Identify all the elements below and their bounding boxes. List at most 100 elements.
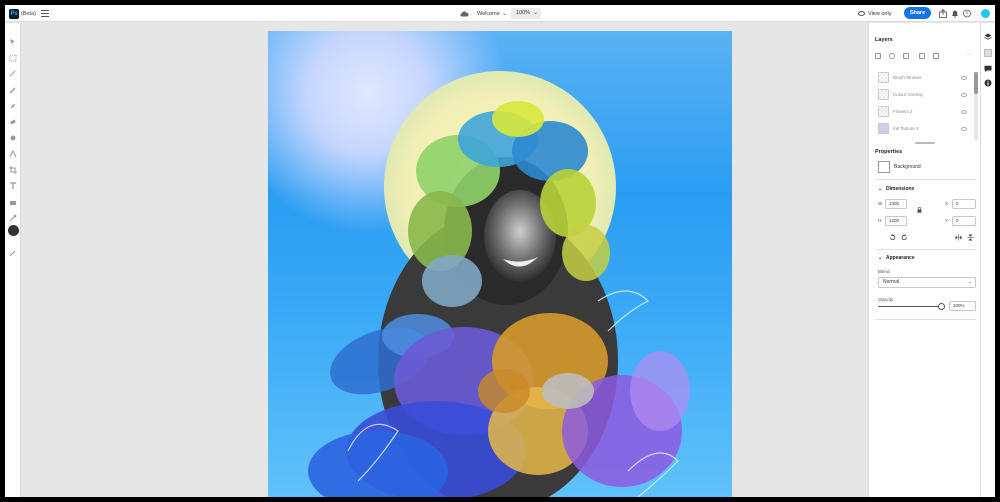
layers-icon[interactable]	[984, 33, 992, 41]
chevron-down-icon: ⌄	[878, 186, 883, 192]
export-icon[interactable]	[939, 9, 947, 18]
selected-layer-name: Background	[894, 164, 921, 170]
adjustments-icon[interactable]	[984, 49, 992, 57]
view-only-mode[interactable]: View only	[868, 9, 891, 19]
adjustment-layer-icon[interactable]	[889, 53, 895, 59]
divider	[875, 179, 976, 180]
opacity-label: Opacity	[878, 297, 894, 302]
chevron-down-icon: ⌄	[532, 10, 538, 16]
height-field[interactable]: 1200	[885, 216, 907, 226]
comments-icon[interactable]	[984, 65, 992, 73]
layers-panel-title: Layers	[875, 37, 893, 43]
opacity-slider-handle[interactable]	[938, 303, 945, 310]
swap-colors-icon[interactable]	[9, 245, 17, 257]
layer-name: Colour Overlay	[893, 92, 924, 97]
panel-resize-handle[interactable]	[915, 142, 935, 144]
brush-tool-icon[interactable]	[9, 81, 17, 94]
appearance-section-header[interactable]: ⌄ Appearance	[878, 255, 915, 261]
layers-scrollbar[interactable]	[974, 72, 978, 140]
layers-list: Brush Strokes Colour Overlay Flowers 2 I…	[877, 70, 973, 138]
user-avatar[interactable]	[981, 9, 990, 18]
heal-tool-icon[interactable]	[9, 97, 17, 109]
add-layer-icon[interactable]	[875, 53, 881, 59]
layer-row[interactable]: Colour Overlay	[877, 87, 973, 104]
width-field[interactable]: 1300	[885, 199, 907, 209]
left-toolbar	[5, 23, 21, 497]
cloud-icon[interactable]	[459, 9, 469, 18]
right-panel: Layers ··· Brush Strokes Colour Overlay	[868, 23, 980, 497]
document-title[interactable]: Welcome	[477, 9, 500, 19]
eye-icon[interactable]	[961, 127, 967, 131]
mask-icon[interactable]	[903, 53, 909, 59]
crop-tool-icon[interactable]	[9, 161, 17, 174]
layer-row[interactable]: Flowers 2	[877, 104, 973, 121]
info-icon[interactable]	[984, 79, 992, 87]
right-rail	[980, 23, 995, 497]
dimensions-title: Dimensions	[886, 186, 915, 192]
foreground-color-swatch[interactable]	[8, 225, 19, 236]
properties-panel-title: Properties	[875, 149, 903, 155]
zoom-select[interactable]: 100% ⌄	[511, 8, 541, 19]
text-tool-icon[interactable]	[9, 177, 17, 189]
flip-vertical-icon[interactable]	[967, 234, 974, 241]
layer-thumbnail	[878, 106, 889, 117]
zoom-value: 100%	[516, 10, 531, 16]
move-tool-icon[interactable]	[9, 33, 17, 45]
layer-row[interactable]: Brush Strokes	[877, 70, 973, 87]
group-icon[interactable]	[919, 53, 925, 59]
svg-text:?: ?	[966, 12, 969, 18]
flip-horizontal-icon[interactable]	[955, 234, 962, 241]
lock-icon[interactable]	[917, 207, 922, 213]
eye-icon[interactable]	[961, 93, 967, 97]
document-canvas[interactable]	[268, 31, 732, 497]
delete-layer-icon[interactable]	[933, 53, 939, 59]
blend-mode-value: Normal	[883, 279, 900, 285]
x-position-field[interactable]: 0	[952, 199, 976, 209]
help-icon[interactable]: ?	[963, 9, 971, 18]
y-position-field[interactable]: 0	[952, 216, 976, 226]
layer-thumbnail	[878, 72, 889, 83]
divider	[875, 249, 976, 250]
opacity-slider-track[interactable]	[878, 306, 941, 307]
chevron-down-icon: ⌄	[967, 279, 972, 285]
more-options-icon[interactable]: ···	[967, 53, 973, 59]
lasso-tool-icon[interactable]	[9, 65, 17, 77]
eye-icon[interactable]	[961, 76, 967, 80]
artwork-image	[308, 71, 690, 497]
layer-row[interactable]: Ink Texture 2	[877, 121, 973, 138]
eyedropper-tool-icon[interactable]	[9, 209, 17, 222]
opacity-field[interactable]: 100%	[949, 301, 976, 311]
layer-name: Brush Strokes	[893, 75, 922, 80]
clone-tool-icon[interactable]	[9, 129, 17, 141]
eraser-tool-icon[interactable]	[9, 113, 17, 125]
chevron-down-icon: ⌄	[878, 255, 883, 261]
pen-tool-icon[interactable]	[9, 145, 17, 158]
photoshop-logo[interactable]: Ps	[9, 9, 19, 19]
y-label: Y	[945, 218, 949, 223]
top-bar: Ps (Beta) Welcome ⌄ 100% ⌄ View only Sha…	[5, 5, 995, 22]
height-label: H	[878, 218, 882, 223]
marquee-tool-icon[interactable]	[9, 49, 17, 62]
rotate-left-icon[interactable]	[889, 234, 896, 241]
beta-label: (Beta)	[21, 11, 36, 17]
layer-toolbar: ···	[875, 53, 975, 61]
rotate-right-icon[interactable]	[901, 234, 908, 241]
photoshop-web-app: Ps (Beta) Welcome ⌄ 100% ⌄ View only Sha…	[5, 5, 995, 497]
share-button[interactable]: Share	[904, 7, 931, 19]
width-label: W	[878, 201, 883, 206]
shape-tool-icon[interactable]	[9, 193, 17, 205]
chevron-down-icon[interactable]: ⌄	[502, 9, 507, 19]
layer-thumbnail	[878, 123, 889, 134]
appearance-title: Appearance	[886, 255, 915, 261]
layer-name: Ink Texture 2	[893, 126, 919, 131]
canvas-workspace[interactable]	[22, 23, 867, 497]
hamburger-menu-icon[interactable]	[41, 10, 49, 17]
divider	[875, 319, 976, 320]
dimensions-section-header[interactable]: ⌄ Dimensions	[878, 186, 914, 192]
layer-name: Flowers 2	[893, 109, 913, 114]
blend-label: Blend	[878, 269, 890, 274]
blend-mode-select[interactable]: Normal ⌄	[878, 277, 976, 288]
bell-icon[interactable]	[951, 9, 959, 18]
layer-thumbnail	[878, 89, 889, 100]
eye-icon[interactable]	[961, 110, 967, 114]
